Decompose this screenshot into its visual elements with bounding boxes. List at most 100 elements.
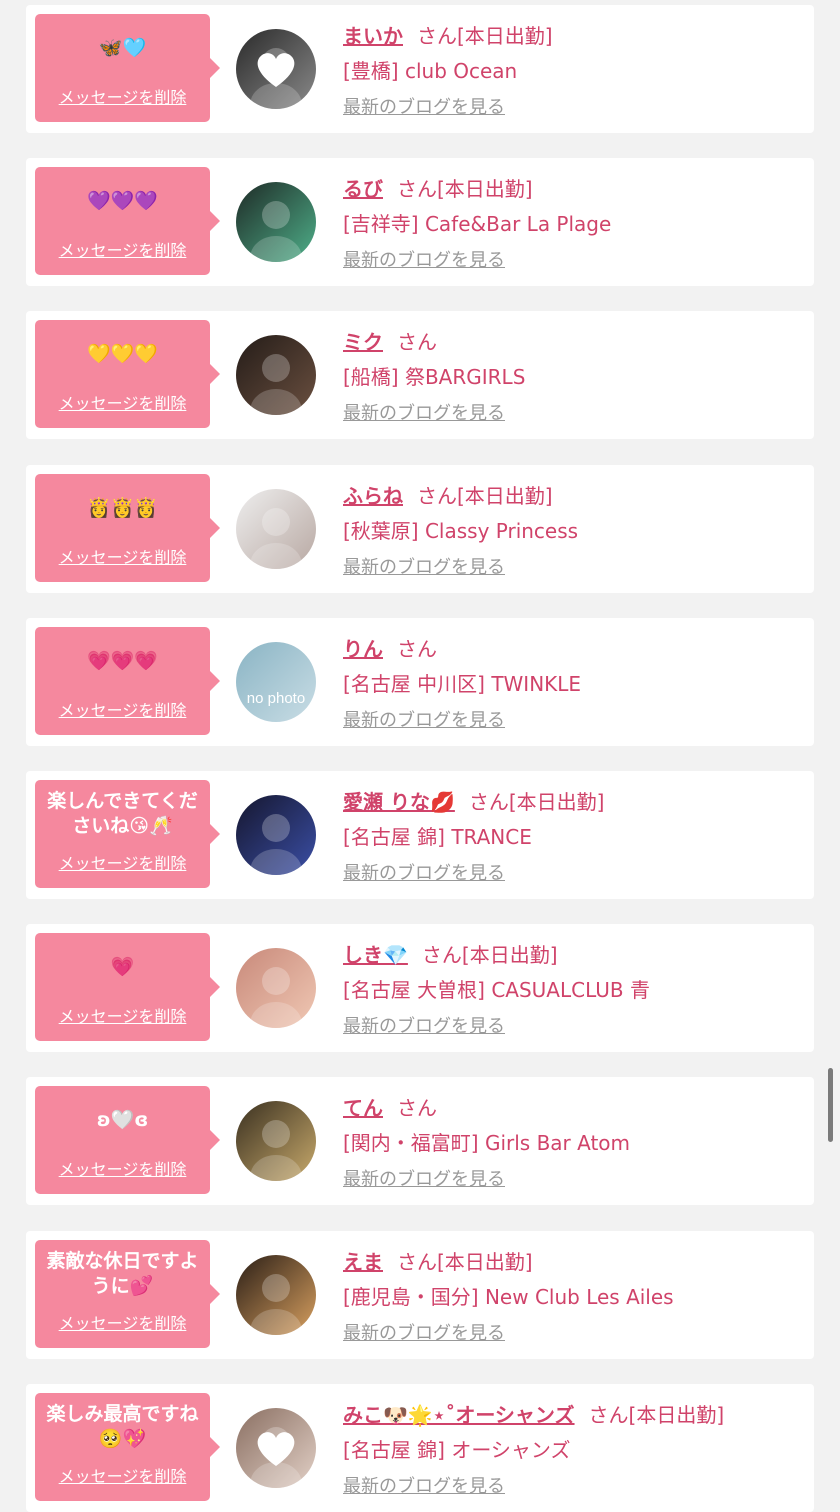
latest-blog-link[interactable]: 最新のブログを見る <box>343 553 505 579</box>
avatar[interactable] <box>236 335 316 415</box>
message-text: 💜💜💜 <box>87 189 158 212</box>
person-photo-icon <box>236 948 316 1028</box>
delete-message-link[interactable]: メッセージを削除 <box>35 1310 210 1334</box>
cast-name-link[interactable]: てん <box>343 1096 383 1120</box>
list-item: ʚ🤍ɞ メッセージを削除 てん さん [関内・福富町] Girls Bar Ato… <box>26 1077 814 1205</box>
list-item: 💗 メッセージを削除 しき💎 さん[本日出勤] [名古屋 大曽根] CASUALC… <box>26 924 814 1052</box>
no-photo-text: no photo <box>247 690 305 707</box>
status-badge: [本日出勤] <box>457 24 553 48</box>
profile-info: まいか さん[本日出勤] [豊橋] club Ocean 最新のブログを見る <box>343 19 803 119</box>
cast-name-link[interactable]: えま <box>343 1250 383 1274</box>
status-badge: [本日出勤] <box>437 177 533 201</box>
shop-label: [名古屋 錦] TRANCE <box>343 825 532 849</box>
cast-name-link[interactable]: 愛瀬 りな💋 <box>343 790 455 814</box>
avatar[interactable] <box>236 1255 316 1335</box>
delete-message-link[interactable]: メッセージを削除 <box>35 1463 210 1487</box>
shop-label: [関内・福富町] Girls Bar Atom <box>343 1131 631 1155</box>
cast-name-link[interactable]: みこ🐶🌟⋆˚オーシャンズ <box>343 1403 575 1427</box>
name-line: るび さん[本日出勤] <box>343 172 803 206</box>
avatar[interactable] <box>236 489 316 569</box>
green-hair-person-photo-icon <box>236 182 316 262</box>
avatar[interactable] <box>236 948 316 1028</box>
name-line: まいか さん[本日出勤] <box>343 19 803 53</box>
list-item: 楽しみ最高ですね🥺💖 メッセージを削除 みこ🐶🌟⋆˚オーシャンズ さん[本日出勤]… <box>26 1384 814 1512</box>
delete-message-link[interactable]: メッセージを削除 <box>35 1003 210 1027</box>
honorific-label: さん <box>397 1096 437 1120</box>
latest-blog-link[interactable]: 最新のブログを見る <box>343 1319 505 1345</box>
person-photo-icon <box>236 1101 316 1181</box>
delete-message-link[interactable]: メッセージを削除 <box>35 390 210 414</box>
list-item: 🦋🩵 メッセージを削除 まいか さん[本日出勤] [豊橋] club Ocean … <box>26 5 814 133</box>
message-bubble: 楽しみ最高ですね🥺💖 メッセージを削除 <box>35 1393 220 1501</box>
name-line: えま さん[本日出勤] <box>343 1245 803 1279</box>
status-badge: [本日出勤] <box>628 1403 725 1427</box>
latest-blog-link[interactable]: 最新のブログを見る <box>343 1165 505 1191</box>
profile-info: えま さん[本日出勤] [鹿児島・国分] New Club Les Ailes 最… <box>343 1245 803 1345</box>
message-text: 💗💗💗 <box>87 649 158 672</box>
honorific-label: さん <box>588 1403 629 1427</box>
profile-info: るび さん[本日出勤] [吉祥寺] Cafe&Bar La Plage 最新のブロ… <box>343 172 803 272</box>
message-bubble: 素敵な休日ですように💕 メッセージを削除 <box>35 1240 220 1348</box>
message-text: 💛💛💛 <box>87 342 158 365</box>
cast-name-link[interactable]: るび <box>343 177 383 201</box>
latest-blog-link[interactable]: 最新のブログを見る <box>343 246 505 272</box>
list-item: 素敵な休日ですように💕 メッセージを削除 えま さん[本日出勤] [鹿児島・国分]… <box>26 1231 814 1359</box>
shop-label: [秋葉原] Classy Princess <box>343 519 579 543</box>
message-bubble: 💜💜💜 メッセージを削除 <box>35 167 220 275</box>
cast-name-link[interactable]: しき💎 <box>343 943 408 967</box>
message-bubble: 🦋🩵 メッセージを削除 <box>35 14 220 122</box>
shop-label: [名古屋 中川区] TWINKLE <box>343 672 582 696</box>
latest-blog-link[interactable]: 最新のブログを見る <box>343 859 505 885</box>
cast-name-link[interactable]: りん <box>343 637 383 661</box>
delete-message-link[interactable]: メッセージを削除 <box>35 544 210 568</box>
avatar[interactable] <box>236 29 316 109</box>
message-text: 👸👸👸 <box>87 496 158 519</box>
profile-info: ふらね さん[本日出勤] [秋葉原] Classy Princess 最新のブログ… <box>343 479 803 579</box>
avatar[interactable] <box>236 182 316 262</box>
list-item: 楽しんできてくださいね😘🥂 メッセージを削除 愛瀬 りな💋 さん[本日出勤] [名… <box>26 771 814 899</box>
honorific-label: さん <box>397 637 437 661</box>
delete-message-link[interactable]: メッセージを削除 <box>35 850 210 874</box>
shop-label: [豊橋] club Ocean <box>343 59 518 83</box>
cast-name-link[interactable]: まいか <box>343 24 403 48</box>
delete-message-link[interactable]: メッセージを削除 <box>35 697 210 721</box>
message-bubble: 👸👸👸 メッセージを削除 <box>35 474 220 582</box>
name-line: 愛瀬 りな💋 さん[本日出勤] <box>343 785 803 819</box>
message-text: 🦋🩵 <box>98 36 147 59</box>
latest-blog-link[interactable]: 最新のブログを見る <box>343 706 505 732</box>
message-text: 楽しんできてくださいね😘🥂 <box>47 790 198 837</box>
name-line: ミク さん <box>343 325 803 359</box>
honorific-label: さん <box>421 943 462 967</box>
avatar[interactable]: no photo <box>236 642 316 722</box>
scrollbar[interactable] <box>828 1068 833 1142</box>
cast-name-link[interactable]: ふらね <box>343 484 403 508</box>
message-bubble: 楽しんできてくださいね😘🥂 メッセージを削除 <box>35 780 220 888</box>
honorific-label: さん <box>417 24 457 48</box>
avatar[interactable] <box>236 1408 316 1488</box>
profile-info: みこ🐶🌟⋆˚オーシャンズ さん[本日出勤] [名古屋 錦] オーシャンズ 最新のブ… <box>343 1398 803 1498</box>
cast-name-link[interactable]: ミク <box>343 330 383 354</box>
delete-message-link[interactable]: メッセージを削除 <box>35 84 210 108</box>
delete-message-link[interactable]: メッセージを削除 <box>35 237 210 261</box>
latest-blog-link[interactable]: 最新のブログを見る <box>343 93 505 119</box>
avatar[interactable] <box>236 795 316 875</box>
status-badge: [本日出勤] <box>457 484 553 508</box>
white-heart-sticker-photo-icon <box>236 1408 316 1488</box>
delete-message-link[interactable]: メッセージを削除 <box>35 1156 210 1180</box>
shop-label: [吉祥寺] Cafe&Bar La Plage <box>343 212 612 236</box>
message-text: 楽しみ最高ですね🥺💖 <box>46 1403 199 1450</box>
name-line: しき💎 さん[本日出勤] <box>343 938 803 972</box>
avatar[interactable] <box>236 1101 316 1181</box>
person-photo-icon <box>236 335 316 415</box>
message-bubble: 💗 メッセージを削除 <box>35 933 220 1041</box>
shop-label: [名古屋 大曽根] CASUALCLUB 青 <box>343 978 650 1002</box>
name-line: ふらね さん[本日出勤] <box>343 479 803 513</box>
message-bubble: ʚ🤍ɞ メッセージを削除 <box>35 1086 220 1194</box>
person-photo-icon <box>236 489 316 569</box>
latest-blog-link[interactable]: 最新のブログを見る <box>343 1472 505 1498</box>
shop-label: [名古屋 錦] オーシャンズ <box>343 1438 571 1462</box>
honorific-label: さん <box>397 330 437 354</box>
latest-blog-link[interactable]: 最新のブログを見る <box>343 399 505 425</box>
status-badge: [本日出勤] <box>508 790 605 814</box>
latest-blog-link[interactable]: 最新のブログを見る <box>343 1012 505 1038</box>
